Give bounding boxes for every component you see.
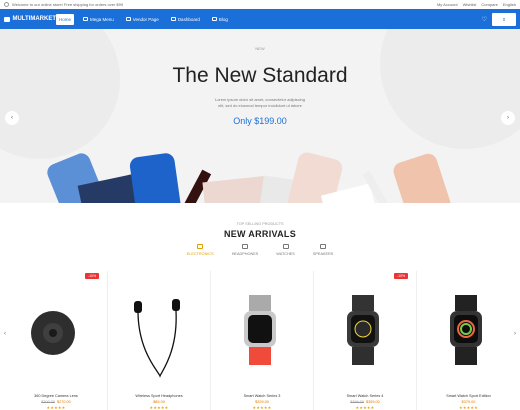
product-name[interactable]: Smart Watch Sport Edition <box>417 394 520 398</box>
product-current-price: $359.00 <box>366 400 380 404</box>
hero-small-label: NEW <box>255 46 265 51</box>
speaker-icon <box>320 244 327 249</box>
nav-mega-label: Mega Menu <box>90 16 114 22</box>
rating-stars: ★★★★★ <box>459 405 478 410</box>
rating-stars: ★★★★★ <box>149 405 169 410</box>
headphones-icon <box>241 244 248 249</box>
tab-electronics[interactable]: ELECTRONICS <box>187 244 214 256</box>
hero-subtitle-line2: elit, sed do eiusmod tempor incididunt u… <box>218 103 302 108</box>
tab-watches[interactable]: WATCHES <box>276 244 295 256</box>
product-name[interactable]: 360 Degree Camera Lens <box>5 394 107 398</box>
site-logo[interactable]: MULTIMARKET <box>4 16 56 22</box>
nav-mega-menu[interactable]: Mega Menu <box>80 14 117 25</box>
product-old-price: $399.00 <box>350 400 364 404</box>
product-name[interactable]: Smart Watch Series 4 <box>314 394 416 398</box>
product-current-price: $379.00 <box>461 400 476 404</box>
product-price: $399.00 $359.00 <box>314 400 416 404</box>
watch-image <box>347 295 379 365</box>
product-name[interactable]: Wireless Sport Headphones <box>108 394 210 398</box>
nav-vendor-label: Vendor Page <box>132 16 159 22</box>
menu-icon <box>83 17 89 21</box>
product-card[interactable]: Smart Watch Series 3 $329.00 ★★★★★ <box>211 271 314 410</box>
product-price: $329.00 <box>211 400 313 404</box>
camera-lens-image <box>31 311 75 355</box>
sale-badge: -10% <box>85 273 99 279</box>
tab-watches-label: WATCHES <box>276 252 295 256</box>
headphones-image <box>134 299 180 378</box>
chevron-right-icon: › <box>507 115 509 121</box>
cart-button[interactable]: 0 <box>492 13 516 26</box>
nav-blog-label: Blog <box>218 16 228 22</box>
language-selector[interactable]: English <box>503 2 516 7</box>
section-title: NEW ARRIVALS <box>223 229 297 239</box>
product-old-price: $300.00 <box>41 400 55 404</box>
product-price: $379.00 <box>417 400 520 404</box>
product-card[interactable]: -10% 360 Degree Camera Lens $300.00 $270.… <box>5 271 108 410</box>
tab-speakers-label: SPEAKERS <box>312 252 334 256</box>
tab-headphones-label: HEADPHONES <box>231 252 259 256</box>
product-current-price: $270.00 <box>57 400 71 404</box>
top-bar: Welcome to our online store! Free shippi… <box>0 0 520 9</box>
slider-next-button[interactable]: › <box>501 111 515 125</box>
tab-speakers[interactable]: SPEAKERS <box>313 244 333 256</box>
product-name[interactable]: Smart Watch Series 3 <box>211 394 313 398</box>
nav-vendor-page[interactable]: Vendor Page <box>123 14 162 25</box>
tab-electronics-label: ELECTRONICS <box>186 252 214 256</box>
hero-subtitle: Lorem ipsum dolor sit amet, consectetur … <box>0 97 520 109</box>
section-subtitle: TOP SELLING PRODUCTS <box>236 222 284 226</box>
nav-home[interactable]: Home <box>56 13 75 25</box>
top-link-account[interactable]: My Account <box>437 2 458 7</box>
wishlist-heart-icon[interactable]: ♡ <box>482 16 487 23</box>
watch-image <box>450 295 482 365</box>
product-grid: ‹ › -10% 360 Degree Camera Lens $300.00 $… <box>0 271 520 410</box>
welcome-message: Welcome to our online store! Free shippi… <box>12 2 124 7</box>
rating-stars: ★★★★★ <box>252 405 272 410</box>
new-arrivals-section: TOP SELLING PRODUCTS NEW ARRIVALS ELECTR… <box>0 222 520 256</box>
product-card[interactable]: -10% Smart Watch Series 4 $399.00 $359.00… <box>314 271 417 410</box>
electronics-icon <box>197 244 204 249</box>
hero-banner: NEW The New Standard Lorem ipsum dolor s… <box>0 29 520 203</box>
top-link-wishlist[interactable]: Wishlist <box>463 2 477 7</box>
info-icon <box>4 2 9 7</box>
chevron-left-icon: ‹ <box>11 115 13 121</box>
main-menu: Home Mega Menu Vendor Page Dashboard Blo… <box>56 13 231 25</box>
blog-icon <box>211 17 217 21</box>
nav-blog[interactable]: Blog <box>209 14 231 25</box>
product-price: $300.00 $270.00 <box>5 400 107 404</box>
tab-headphones[interactable]: HEADPHONES <box>231 244 259 256</box>
logo-icon <box>4 16 11 22</box>
product-price: $89.00 <box>108 400 210 404</box>
product-current-price: $89.00 <box>153 400 165 404</box>
product-current-price: $329.00 <box>255 400 269 404</box>
nav-home-label: Home <box>59 16 72 22</box>
watch-image <box>244 295 276 365</box>
product-card[interactable]: Wireless Sport Headphones $89.00 ★★★★★ <box>108 271 211 410</box>
logo-text: MULTIMARKET <box>12 16 56 22</box>
slider-prev-button[interactable]: ‹ <box>5 111 19 125</box>
category-tabs: ELECTRONICS HEADPHONES WATCHES SPEAKERS <box>0 244 520 256</box>
hero-price[interactable]: Only $199.00 <box>0 116 520 126</box>
cart-count: 0 <box>502 17 506 22</box>
sale-badge: -10% <box>394 273 408 279</box>
product-card[interactable]: Smart Watch Sport Edition $379.00 ★★★★★ <box>417 271 520 410</box>
main-navbar: MULTIMARKET Home Mega Menu Vendor Page D… <box>0 9 520 29</box>
hero-title: The New Standard <box>172 64 348 87</box>
rating-stars: ★★★★★ <box>46 405 66 410</box>
dashboard-icon <box>170 17 176 21</box>
top-link-compare[interactable]: Compare <box>481 2 497 7</box>
store-icon <box>125 17 131 21</box>
nav-dashboard[interactable]: Dashboard <box>168 14 203 25</box>
watch-icon <box>282 244 289 249</box>
nav-dashboard-label: Dashboard <box>177 16 200 22</box>
rating-stars: ★★★★★ <box>355 405 375 410</box>
